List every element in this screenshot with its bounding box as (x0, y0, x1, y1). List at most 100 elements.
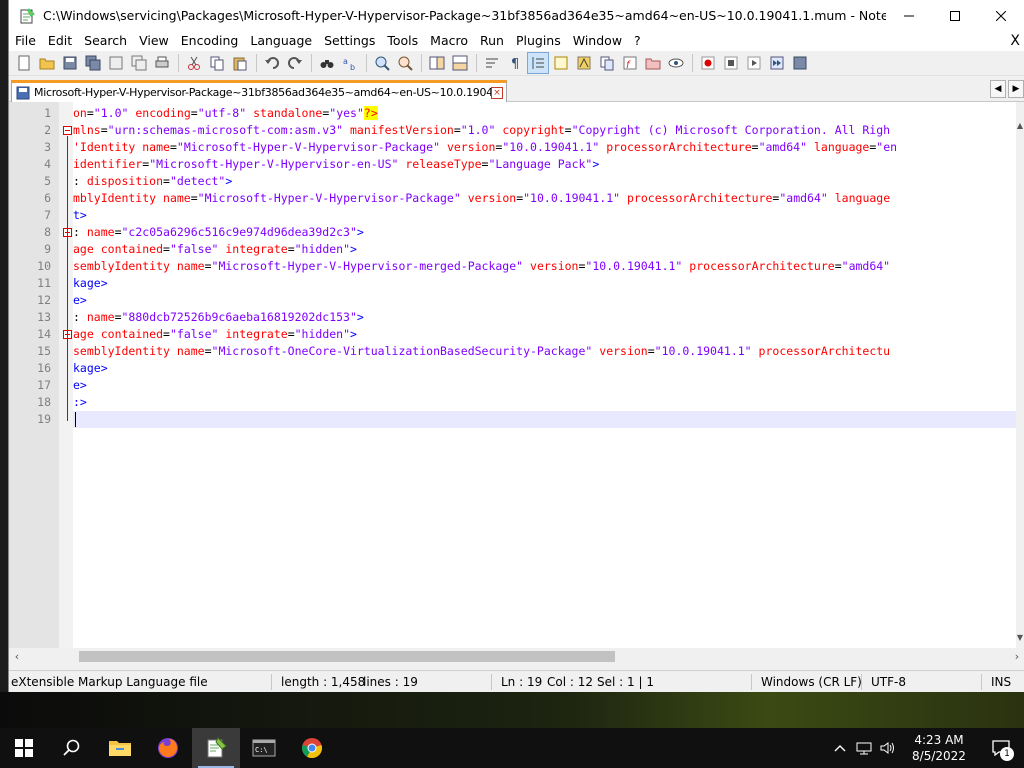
udl-button[interactable] (550, 52, 572, 74)
code-text[interactable]: on="1.0" encoding="utf-8" standalone="ye… (73, 102, 1017, 648)
replace-button[interactable]: ab (339, 52, 361, 74)
code-line[interactable]: on="1.0" encoding="utf-8" standalone="ye… (73, 105, 378, 122)
stop-macro-button[interactable] (720, 52, 742, 74)
play-macro-button[interactable] (743, 52, 765, 74)
vertical-scrollbar[interactable]: ▲ ▼ (1016, 102, 1024, 648)
folder-workspace-button[interactable] (642, 52, 664, 74)
tab-scroll-left-button[interactable]: ◀ (990, 80, 1006, 98)
zoom-out-button[interactable] (394, 52, 416, 74)
record-macro-button[interactable] (697, 52, 719, 74)
code-line[interactable]: identifier="Microsoft-Hyper-V-Hypervisor… (73, 156, 599, 173)
doc-list-button[interactable] (596, 52, 618, 74)
code-line[interactable]: : name="c2c05a6296c516c9e974d96dea39d2c3… (73, 224, 364, 241)
editor-area[interactable]: 1 2 3 4 5 6 7 8 9 10 11 12 13 14 15 16 17 18 19 on="1.0" e… (9, 102, 1024, 648)
status-encoding[interactable]: UTF-8 (871, 671, 906, 693)
code-line[interactable]: : disposition="detect"> (73, 173, 232, 190)
start-button[interactable] (0, 728, 48, 768)
tab-scroll-right-button[interactable]: ▶ (1008, 80, 1024, 98)
close-button[interactable] (978, 0, 1024, 31)
tray-volume-button[interactable] (876, 728, 900, 768)
taskbar-terminal[interactable]: C:\ (240, 728, 288, 768)
indent-guide-button[interactable] (527, 52, 549, 74)
print-button[interactable] (151, 52, 173, 74)
menu-search[interactable]: Search (78, 31, 133, 51)
taskbar-firefox[interactable] (144, 728, 192, 768)
scroll-down-arrow[interactable]: ▼ (1016, 634, 1024, 642)
minimize-button[interactable] (886, 0, 932, 31)
status-insert-mode[interactable]: INS (991, 671, 1011, 693)
menu-language[interactable]: Language (244, 31, 318, 51)
monitoring-button[interactable] (665, 52, 687, 74)
scroll-left-arrow[interactable]: ‹ (9, 648, 25, 665)
zoom-in-button[interactable] (371, 52, 393, 74)
paste-button[interactable] (229, 52, 251, 74)
menu-tools[interactable]: Tools (381, 31, 424, 51)
menu-run[interactable]: Run (474, 31, 510, 51)
code-line[interactable]: semblyIdentity name="Microsoft-Hyper-V-H… (73, 258, 890, 275)
sync-vertical-button[interactable] (426, 52, 448, 74)
taskbar-notepadpp[interactable] (192, 728, 240, 768)
tray-network-button[interactable] (852, 728, 876, 768)
new-file-button[interactable] (13, 52, 35, 74)
title-bar[interactable]: C:\Windows\servicing\Packages\Microsoft-… (9, 0, 1024, 31)
close-button-toolbar[interactable] (105, 52, 127, 74)
action-center-button[interactable]: 1 (978, 728, 1024, 768)
code-line[interactable]: t> (73, 207, 87, 224)
undo-button[interactable] (261, 52, 283, 74)
menu-help[interactable]: ? (628, 31, 647, 51)
menu-encoding[interactable]: Encoding (175, 31, 245, 51)
taskbar-chrome[interactable] (288, 728, 336, 768)
close-document-button[interactable]: X (1010, 31, 1020, 51)
run-macro-multiple-button[interactable] (766, 52, 788, 74)
cut-button[interactable] (183, 52, 205, 74)
copy-button[interactable] (206, 52, 228, 74)
find-button[interactable] (316, 52, 338, 74)
word-wrap-button[interactable] (481, 52, 503, 74)
document-tab[interactable]: Microsoft-Hyper-V-Hypervisor-Package~31b… (11, 80, 507, 102)
menu-settings[interactable]: Settings (318, 31, 381, 51)
taskbar-file-explorer[interactable] (96, 728, 144, 768)
taskbar-search-button[interactable] (48, 728, 96, 768)
menu-file[interactable]: File (9, 31, 42, 51)
code-line[interactable]: :> (73, 394, 87, 411)
code-line[interactable]: e> (73, 292, 87, 309)
code-line[interactable]: 'Identity name="Microsoft-Hyper-V-Hyperv… (73, 139, 897, 156)
menu-plugins[interactable]: Plugins (510, 31, 567, 51)
redo-button[interactable] (284, 52, 306, 74)
save-button[interactable] (59, 52, 81, 74)
code-line[interactable]: semblyIdentity name="Microsoft-OneCore-V… (73, 343, 890, 360)
scroll-up-arrow[interactable]: ▲ (1016, 122, 1024, 130)
code-line[interactable]: kage> (73, 275, 108, 292)
tab-close-icon[interactable]: × (491, 86, 503, 99)
menu-window[interactable]: Window (567, 31, 628, 51)
doc-map-button[interactable] (573, 52, 595, 74)
horizontal-scroll-thumb[interactable] (79, 651, 615, 662)
save-macro-button[interactable] (789, 52, 811, 74)
code-line[interactable]: mblyIdentity name="Microsoft-Hyper-V-Hyp… (73, 190, 890, 207)
code-line[interactable]: age contained="false" integrate="hidden"… (73, 326, 357, 343)
function-list-button[interactable]: f (619, 52, 641, 74)
menu-macro[interactable]: Macro (424, 31, 474, 51)
status-eol[interactable]: Windows (CR LF) (761, 671, 862, 693)
code-line[interactable]: mlns="urn:schemas-microsoft-com:asm.v3" … (73, 122, 890, 139)
window-title: C:\Windows\servicing\Packages\Microsoft-… (43, 8, 886, 23)
close-all-button[interactable] (128, 52, 150, 74)
fold-margin[interactable] (59, 102, 73, 648)
code-line[interactable]: e> (73, 377, 87, 394)
horizontal-scrollbar[interactable]: ‹ › (9, 648, 1024, 665)
show-all-chars-button[interactable]: ¶ (504, 52, 526, 74)
taskbar-clock[interactable]: 4:23 AM 8/5/2022 (900, 732, 978, 764)
scissors-icon (188, 56, 200, 70)
open-file-button[interactable] (36, 52, 58, 74)
maximize-button[interactable] (932, 0, 978, 31)
code-line[interactable]: kage> (73, 360, 108, 377)
scroll-right-arrow[interactable]: › (1009, 648, 1024, 665)
menu-view[interactable]: View (133, 31, 175, 51)
code-line[interactable]: age contained="false" integrate="hidden"… (73, 241, 357, 258)
save-all-button[interactable] (82, 52, 104, 74)
sync-horizontal-button[interactable] (449, 52, 471, 74)
menu-edit[interactable]: Edit (42, 31, 78, 51)
code-line[interactable]: : name="880dcb72526b9c6aeba16819202dc153… (73, 309, 364, 326)
fold-toggle-icon[interactable] (63, 126, 72, 135)
tray-overflow-button[interactable] (828, 728, 852, 768)
